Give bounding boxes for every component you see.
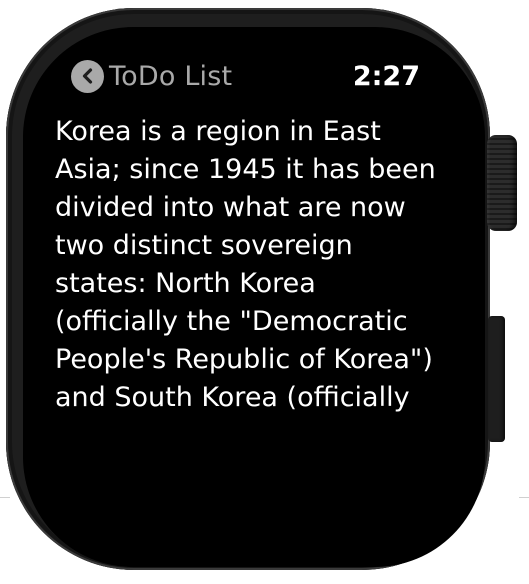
- back-label: ToDo List: [109, 60, 233, 92]
- back-button[interactable]: ToDo List: [71, 59, 233, 93]
- stage: ToDo List 2:27 Korea is a region in East…: [0, 0, 529, 584]
- edge-guide-right: [519, 497, 529, 498]
- side-button[interactable]: [488, 316, 505, 442]
- chevron-left-icon: [71, 59, 104, 93]
- article-text: Korea is a region in East Asia; since 19…: [55, 116, 436, 413]
- edge-guide-left: [0, 497, 10, 498]
- digital-crown[interactable]: [487, 135, 517, 231]
- clock-time: 2:27: [352, 61, 420, 92]
